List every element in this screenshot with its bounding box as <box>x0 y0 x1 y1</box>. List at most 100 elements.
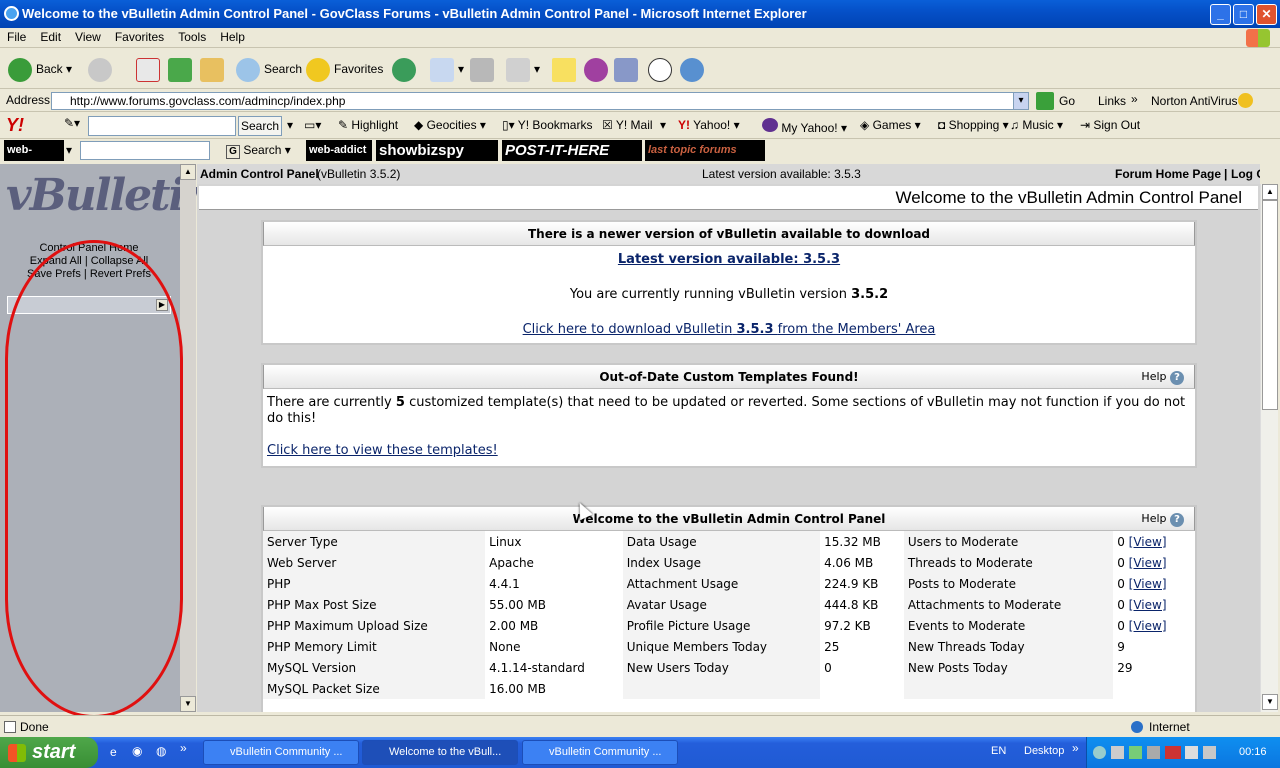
stats-label: Attachments to Moderate <box>903 594 1114 615</box>
yahoo-dropdown[interactable]: ▾ <box>660 118 666 132</box>
tray-icon[interactable] <box>1185 746 1198 759</box>
yahoo-search-input[interactable] <box>88 116 236 136</box>
research-button[interactable] <box>614 55 642 83</box>
back-button[interactable]: Back ▾ <box>8 55 72 83</box>
webaddict-search-input[interactable] <box>80 141 210 160</box>
view-link[interactable]: [View] <box>1129 619 1167 633</box>
menu-tools[interactable]: Tools <box>171 28 213 46</box>
postithere-logo[interactable]: POST-IT-HERE <box>502 140 642 161</box>
stop-button[interactable] <box>136 55 164 83</box>
mail-button-yahoo[interactable]: ☒ Y! Mail <box>602 118 653 132</box>
tray-icon[interactable] <box>1129 746 1142 759</box>
edit-button[interactable]: ▾ <box>506 55 540 83</box>
music-button[interactable]: ♫ Music ▾ <box>1010 118 1063 132</box>
yahoo-button[interactable]: Y! Yahoo! ▾ <box>678 118 740 132</box>
showbizspy-logo[interactable]: showbizspy <box>376 140 498 161</box>
layout-icon[interactable]: ▭▾ <box>304 118 321 132</box>
yahoo-search-dropdown[interactable]: ▾ <box>287 118 293 132</box>
contacts-button[interactable] <box>680 55 708 83</box>
view-link[interactable]: [View] <box>1129 577 1167 591</box>
geocities-button[interactable]: ◆ Geocities ▾ <box>414 118 486 132</box>
running-version: 3.5.2 <box>851 287 889 302</box>
stats-value: 9 <box>1113 636 1195 657</box>
shopping-button[interactable]: ◘ Shopping ▾ <box>938 118 1009 132</box>
person-button[interactable] <box>648 55 676 83</box>
taskbar-item-vbulletin-2[interactable]: vBulletin Community ... <box>522 740 678 765</box>
refresh-button[interactable] <box>168 55 196 83</box>
notes-button[interactable] <box>552 55 580 83</box>
tray-icon[interactable] <box>1093 746 1106 759</box>
go-button[interactable]: Go <box>1059 94 1075 108</box>
sign-out-button[interactable]: ⇥ Sign Out <box>1080 118 1140 132</box>
history-button[interactable] <box>392 55 420 83</box>
yahoo-search-button[interactable]: Search <box>238 116 282 136</box>
scroll-up-icon[interactable]: ▲ <box>1262 184 1278 200</box>
quicklaunch-ie-icon[interactable]: e <box>110 745 117 759</box>
bookmarks-button[interactable]: ▯▾ Y! Bookmarks <box>502 118 592 132</box>
maximize-button[interactable]: □ <box>1233 4 1254 25</box>
minimize-button[interactable]: _ <box>1210 4 1231 25</box>
yahoo-logo[interactable]: Y! <box>6 115 24 136</box>
highlight-button[interactable]: ✎ Highlight <box>338 118 398 132</box>
taskbar-item-welcome[interactable]: Welcome to the vBull... <box>362 740 518 765</box>
pencil-icon[interactable]: ✎▾ <box>64 116 80 130</box>
mail-button[interactable]: ▾ <box>430 55 464 83</box>
tray-icon[interactable] <box>1147 746 1160 759</box>
latest-version-link[interactable]: Latest version available: 3.5.3 <box>618 252 840 267</box>
address-dropdown-button[interactable]: ▾ <box>1013 92 1029 110</box>
log-out-link[interactable]: Log Out <box>1231 164 1260 184</box>
help-link[interactable]: Help ? <box>1141 365 1184 389</box>
close-button[interactable]: ✕ <box>1256 4 1277 25</box>
norton-label[interactable]: Norton AntiVirus <box>1151 94 1238 108</box>
webaddict-dropdown[interactable]: ▾ <box>66 143 72 157</box>
games-button[interactable]: ◈ Games ▾ <box>860 118 921 132</box>
view-link[interactable]: [View] <box>1129 535 1167 549</box>
messenger-button[interactable] <box>584 55 612 83</box>
start-button[interactable]: start <box>0 737 98 768</box>
volume-icon[interactable] <box>1203 746 1216 759</box>
scroll-thumb[interactable] <box>1262 200 1278 410</box>
address-input[interactable]: http://www.forums.govclass.com/admincp/i… <box>51 92 1029 110</box>
quicklaunch-chevron-icon[interactable]: » <box>180 741 187 755</box>
desktop-toolbar[interactable]: Desktop <box>1024 745 1064 757</box>
scroll-down-icon[interactable]: ▼ <box>1262 694 1278 710</box>
download-link[interactable]: Click here to download vBulletin 3.5.3 f… <box>263 322 1195 338</box>
search-label: Search <box>264 62 303 76</box>
forward-button[interactable] <box>88 55 116 83</box>
view-link[interactable]: [View] <box>1129 556 1167 570</box>
menu-favorites[interactable]: Favorites <box>108 28 171 46</box>
forum-home-link[interactable]: Forum Home Page <box>1115 164 1221 184</box>
help-link[interactable]: Help ? <box>1141 507 1184 531</box>
menu-edit[interactable]: Edit <box>33 28 68 46</box>
menu-help[interactable]: Help <box>213 28 252 46</box>
quicklaunch-messenger-icon[interactable]: ◍ <box>156 744 166 758</box>
language-indicator[interactable]: EN <box>991 745 1006 757</box>
clock[interactable]: 00:16 <box>1239 737 1267 768</box>
stats-label: Unique Members Today <box>622 636 821 657</box>
webaddict-logo-2[interactable]: web-addict <box>306 140 372 161</box>
print-button[interactable] <box>470 55 498 83</box>
menu-file[interactable]: File <box>0 28 33 46</box>
scroll-up-icon[interactable]: ▲ <box>180 164 196 180</box>
toolbar-chevron-icon[interactable]: » <box>1072 741 1079 755</box>
quicklaunch-media-icon[interactable]: ◉ <box>132 744 142 758</box>
webaddict-logo[interactable]: web-addict <box>4 140 64 177</box>
menu-view[interactable]: View <box>68 28 108 46</box>
tray-icon[interactable] <box>1111 746 1124 759</box>
scroll-down-icon[interactable]: ▼ <box>180 696 196 712</box>
lasttopic-logo[interactable]: last topic forums <box>645 140 765 161</box>
start-label: start <box>32 741 76 763</box>
stats-count: 0 <box>1117 576 1125 591</box>
home-button[interactable] <box>200 55 228 83</box>
links-button[interactable]: Links <box>1098 94 1126 108</box>
back-label: Back <box>36 62 63 76</box>
search-button[interactable]: Search <box>236 55 302 83</box>
view-templates-link[interactable]: Click here to view these templates! <box>267 443 498 458</box>
my-yahoo-button[interactable]: My Yahoo! ▾ <box>762 118 847 135</box>
taskbar-item-vbulletin-1[interactable]: vBulletin Community ... <box>203 740 359 765</box>
tray-icon[interactable] <box>1165 746 1181 759</box>
favorites-button[interactable]: Favorites <box>306 55 383 83</box>
webaddict-search-button[interactable]: G Search ▾ <box>226 143 291 159</box>
view-link[interactable]: [View] <box>1129 598 1167 612</box>
main-scrollbar[interactable]: ▲ ▼ <box>1260 184 1278 712</box>
